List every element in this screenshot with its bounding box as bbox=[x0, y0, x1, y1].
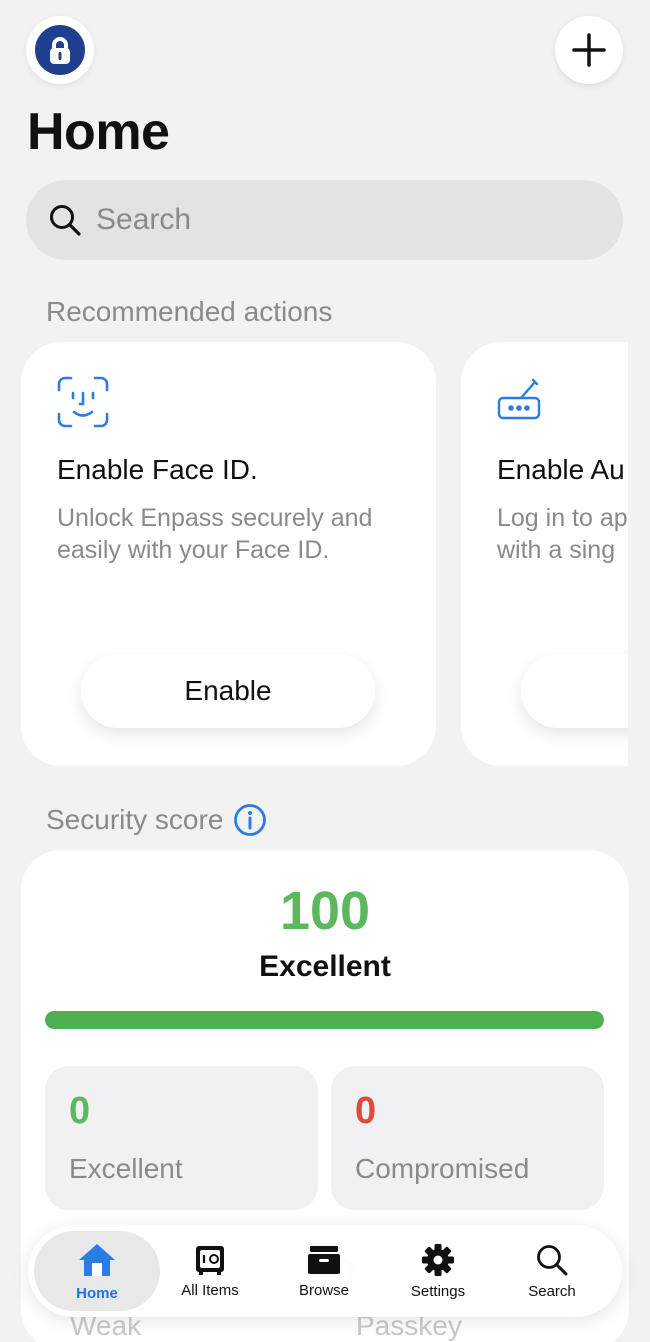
tab-label: Home bbox=[76, 1284, 118, 1302]
info-icon[interactable] bbox=[233, 803, 267, 837]
autofill-card[interactable]: Enable Au Log in to ap with a sing E bbox=[461, 342, 628, 766]
card-description: Unlock Enpass securely and easily with y… bbox=[57, 504, 373, 564]
security-score-value: 100 bbox=[279, 881, 371, 941]
plus-icon bbox=[572, 33, 606, 67]
stat-value: 0 bbox=[355, 1090, 377, 1132]
tab-label: Search bbox=[528, 1282, 576, 1300]
stat-label: Excellent bbox=[69, 1153, 183, 1184]
tab-browse[interactable]: Browse bbox=[276, 1231, 372, 1311]
card-title: Enable Au bbox=[497, 454, 625, 485]
tab-label: Settings bbox=[410, 1282, 466, 1300]
search-placeholder: Search bbox=[96, 203, 192, 236]
add-item-button[interactable] bbox=[555, 16, 623, 84]
page-title: Home bbox=[27, 103, 170, 161]
bottom-tab-bar: Home All Items Browse Settings Search bbox=[28, 1225, 622, 1317]
tab-label: All Items bbox=[181, 1281, 239, 1299]
recommended-actions-heading: Recommended actions bbox=[46, 296, 333, 327]
app-logo[interactable] bbox=[26, 16, 94, 84]
card-title: Enable Face ID. bbox=[57, 454, 258, 485]
stat-label: Compromised bbox=[355, 1153, 530, 1184]
card-description: Log in to ap with a sing bbox=[497, 504, 628, 564]
tab-settings[interactable]: Settings bbox=[390, 1231, 486, 1311]
tab-home[interactable]: Home bbox=[34, 1231, 160, 1311]
search-icon bbox=[537, 1244, 568, 1275]
tab-label: Browse bbox=[298, 1281, 350, 1299]
compromised-passwords-tile[interactable]: 0 Compromised bbox=[331, 1066, 604, 1210]
security-score-progress-fill bbox=[45, 1011, 604, 1029]
security-score-rating: Excellent bbox=[259, 950, 391, 983]
tab-all-items[interactable]: All Items bbox=[162, 1231, 258, 1311]
security-score-heading: Security score bbox=[46, 803, 267, 837]
tab-search[interactable]: Search bbox=[504, 1231, 600, 1311]
search-icon bbox=[50, 205, 81, 236]
search-input[interactable]: Search bbox=[26, 180, 623, 260]
recommended-cards-carousel[interactable]: Enable Face ID. Unlock Enpass securely a… bbox=[0, 342, 628, 766]
home-icon bbox=[79, 1243, 115, 1276]
face-id-icon bbox=[57, 376, 400, 432]
gear-icon bbox=[422, 1243, 454, 1276]
stat-value: 0 bbox=[69, 1090, 91, 1132]
drawer-icon bbox=[308, 1245, 340, 1274]
enable-autofill-button[interactable]: E bbox=[521, 654, 628, 728]
vault-icon bbox=[196, 1245, 224, 1275]
security-score-label: Security score bbox=[46, 804, 224, 835]
keyboard-password-icon bbox=[497, 376, 628, 432]
enable-face-id-button[interactable]: Enable bbox=[81, 654, 375, 728]
enpass-keyhole-logo-icon bbox=[35, 25, 85, 75]
security-score-progress bbox=[45, 1011, 604, 1029]
face-id-card[interactable]: Enable Face ID. Unlock Enpass securely a… bbox=[21, 342, 436, 766]
excellent-passwords-tile[interactable]: 0 Excellent bbox=[45, 1066, 318, 1210]
